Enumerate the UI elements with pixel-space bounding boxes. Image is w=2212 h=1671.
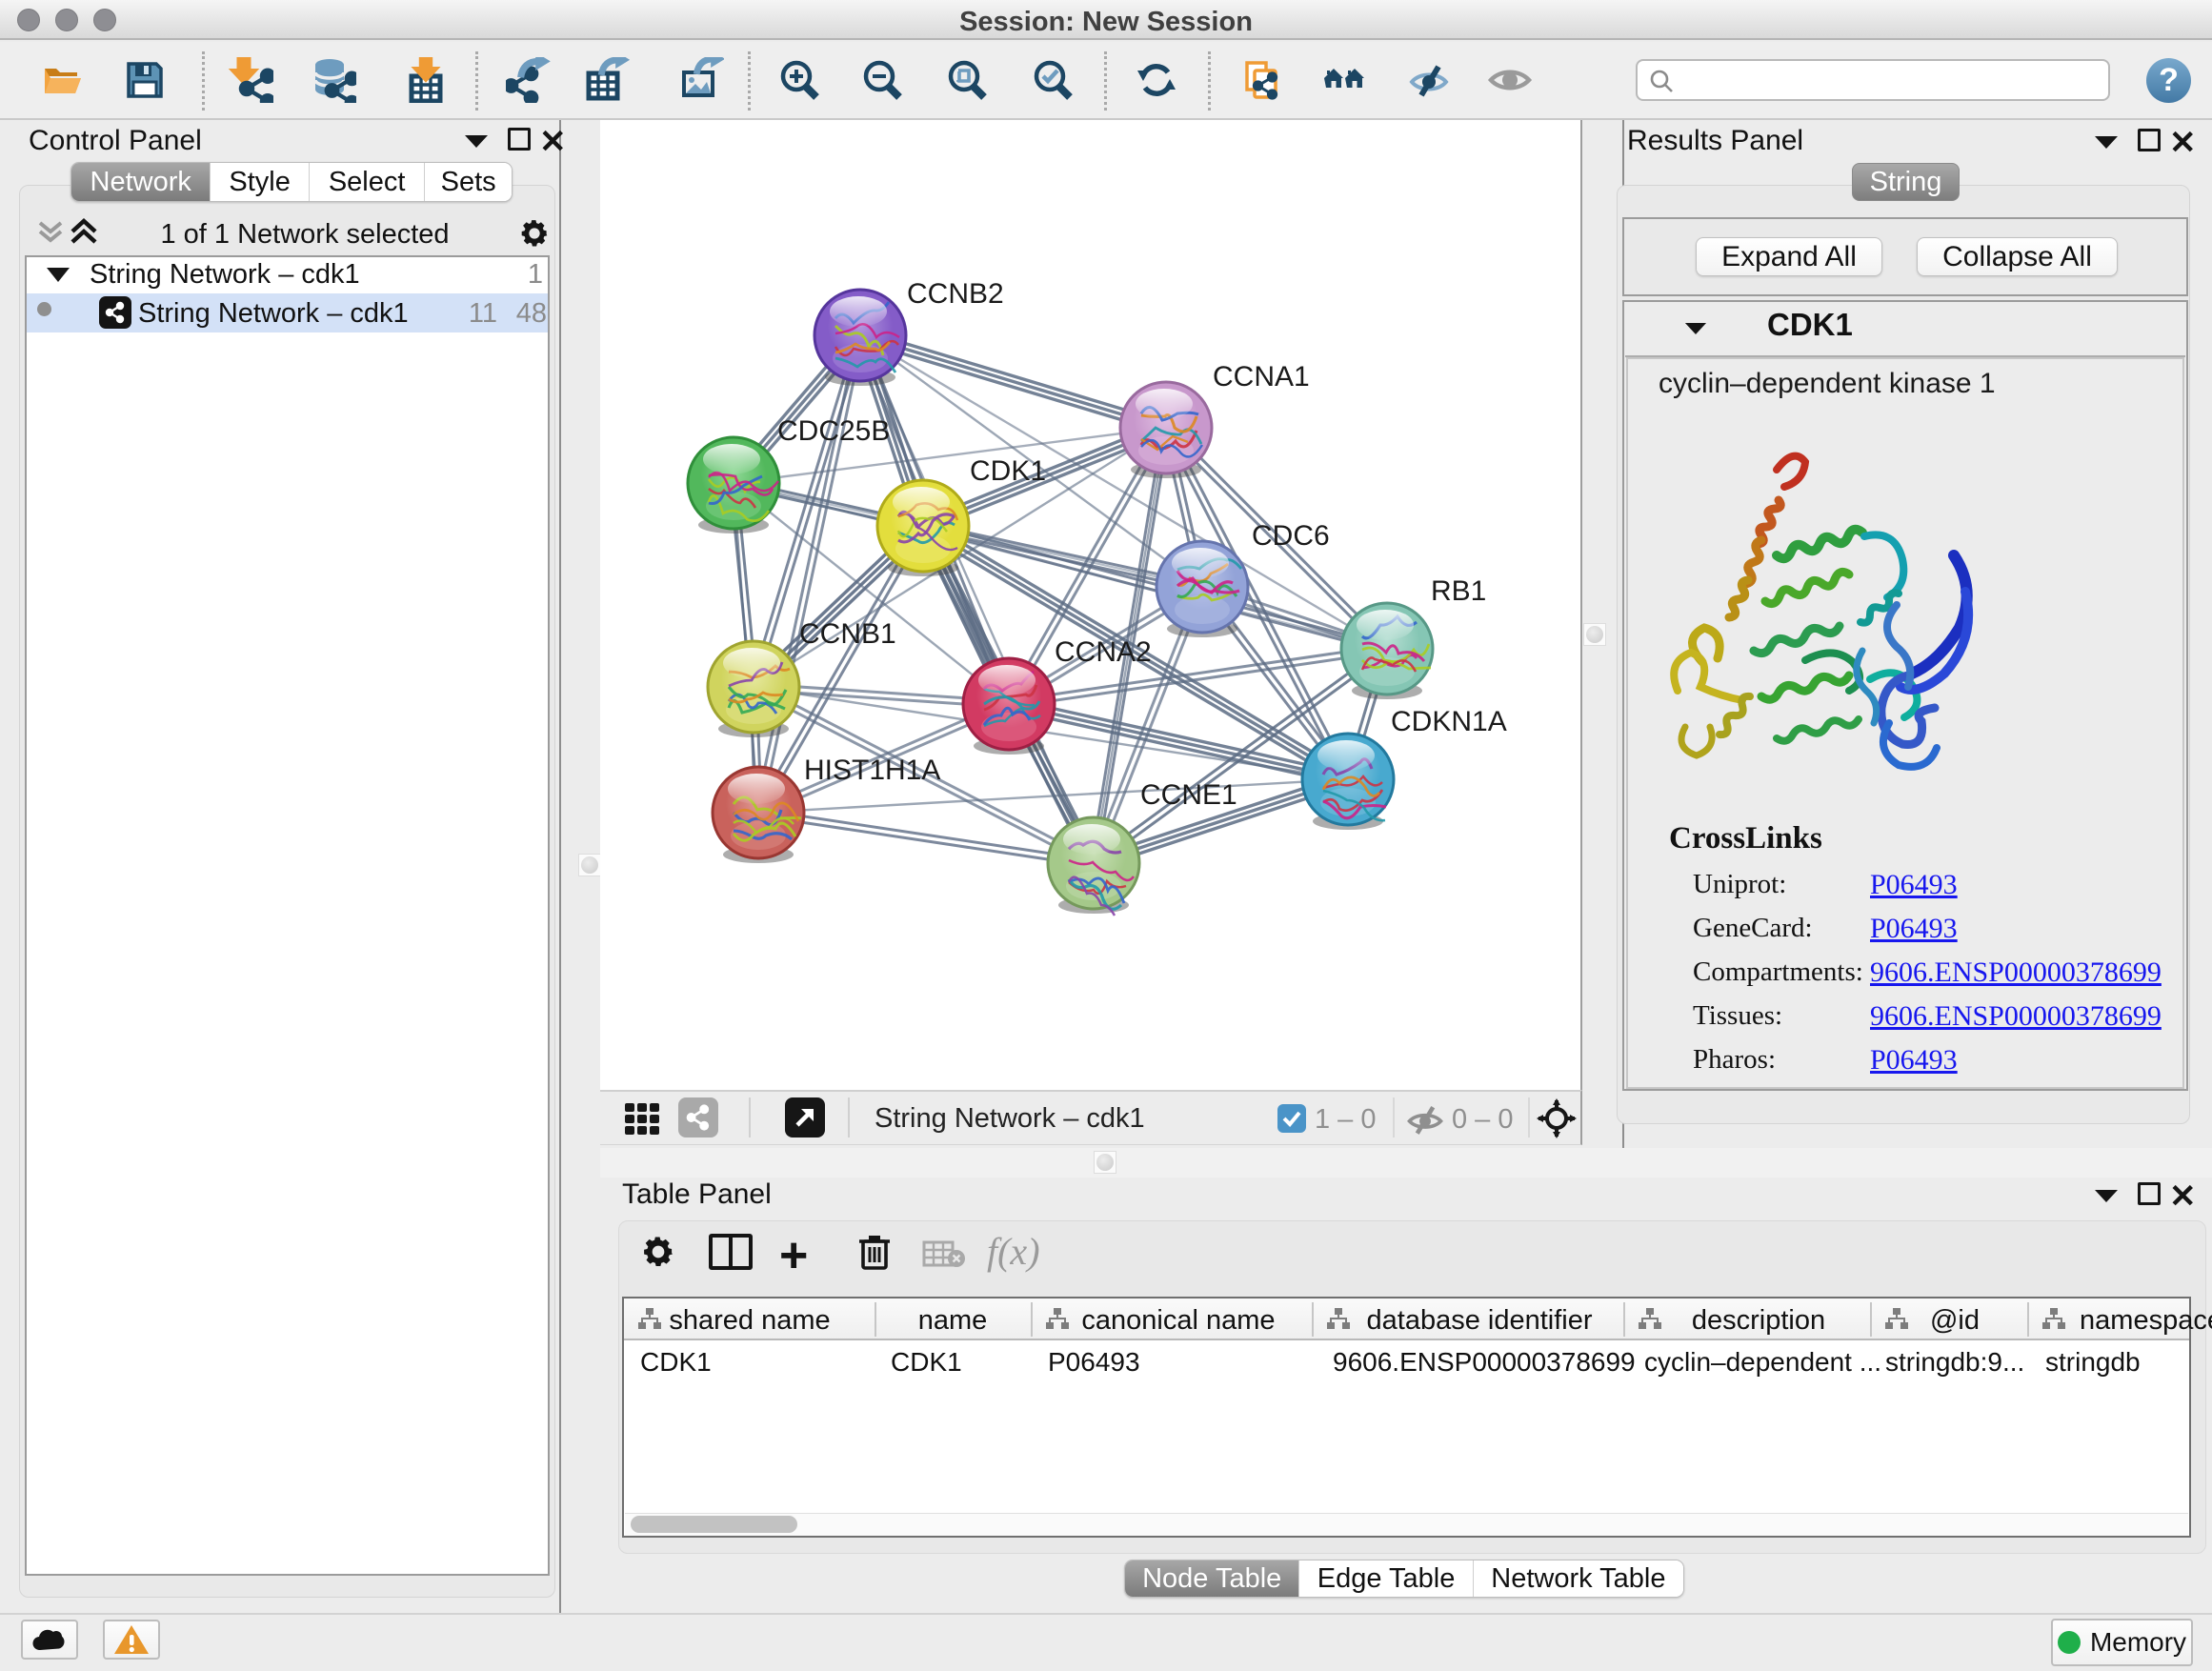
svg-text:CCNA2: CCNA2: [1055, 636, 1152, 668]
svg-text:CCNA1: CCNA1: [1213, 361, 1310, 393]
svg-text:CCNB2: CCNB2: [907, 278, 1004, 310]
svg-text:CDC25B: CDC25B: [777, 415, 890, 447]
svg-text:RB1: RB1: [1431, 575, 1486, 607]
svg-text:HIST1H1A: HIST1H1A: [804, 755, 940, 786]
svg-text:CCNB1: CCNB1: [799, 618, 896, 650]
svg-text:CDKN1A: CDKN1A: [1391, 706, 1507, 737]
svg-text:CDC6: CDC6: [1252, 520, 1330, 552]
svg-text:CDK1: CDK1: [970, 455, 1046, 487]
svg-text:CCNE1: CCNE1: [1140, 779, 1237, 811]
